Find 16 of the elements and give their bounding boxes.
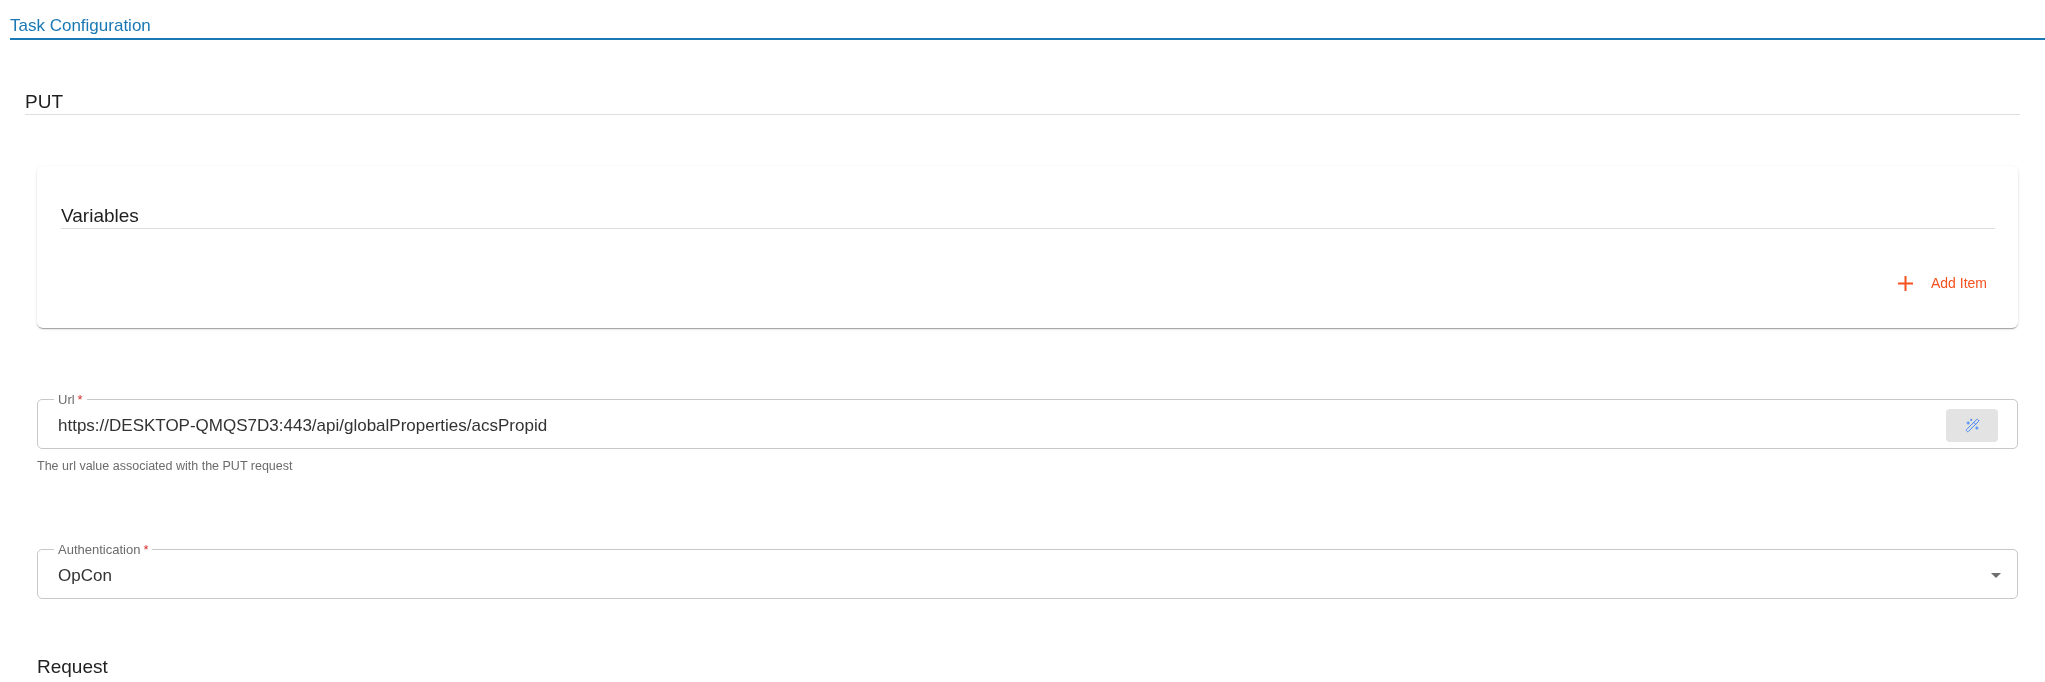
plus-icon bbox=[1897, 276, 1913, 291]
helper-text: The url value associated with the PUT request bbox=[37, 457, 294, 474]
wand-sparkles-icon bbox=[1964, 418, 1980, 433]
section-title: PUT bbox=[25, 89, 64, 114]
page-title: Task Configuration bbox=[10, 15, 152, 37]
required-asterisk: * bbox=[77, 391, 83, 407]
field-label: Url bbox=[58, 391, 75, 407]
card-title: Variables bbox=[61, 203, 140, 228]
field-label: Authentication bbox=[58, 541, 141, 557]
add-item-button[interactable]: Add Item bbox=[1889, 265, 1995, 302]
select-field[interactable]: Authentication * OpCon bbox=[37, 542, 2018, 599]
caret-icon bbox=[1991, 573, 2001, 578]
magic-wand-button[interactable] bbox=[1946, 409, 1998, 442]
section-title: Request bbox=[37, 656, 109, 677]
required-asterisk: * bbox=[143, 541, 149, 557]
text-field[interactable]: Url * https://DESKTOP-QMQS7D3:443/api/globalProperties/acsPropid bbox=[37, 392, 2018, 449]
